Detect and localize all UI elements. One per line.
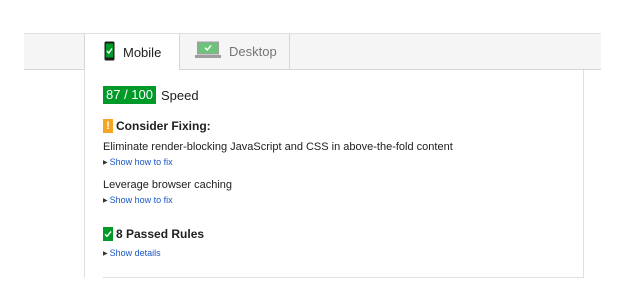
consider-fixing-heading: ! Consider Fixing: xyxy=(103,119,211,133)
consider-fixing-label: Consider Fixing: xyxy=(116,119,211,133)
passed-rules-label: 8 Passed Rules xyxy=(116,227,205,241)
caret-right-icon: ▶ xyxy=(103,159,108,166)
check-icon xyxy=(103,227,113,241)
passed-rules-heading: 8 Passed Rules xyxy=(103,227,204,241)
show-how-to-fix-label: Show how to fix xyxy=(109,157,173,167)
speed-score: 87 / 100 Speed xyxy=(103,86,199,104)
show-details-link[interactable]: ▶ Show details xyxy=(103,248,161,258)
score-badge: 87 / 100 xyxy=(103,86,156,104)
show-details-label: Show details xyxy=(109,248,161,258)
panel-divider xyxy=(103,277,584,278)
pagespeed-report: Mobile Desktop 87 / 100 Speed ! Consider… xyxy=(0,0,643,296)
caret-right-icon: ▶ xyxy=(103,250,108,257)
show-how-to-fix-link[interactable]: ▶ Show how to fix xyxy=(103,157,173,167)
rule-browser-caching: Leverage browser caching xyxy=(103,179,233,191)
caret-right-icon: ▶ xyxy=(103,197,108,204)
monitor-icon xyxy=(195,41,221,62)
score-label: Speed xyxy=(161,87,199,103)
tab-mobile[interactable]: Mobile xyxy=(84,34,180,70)
warning-icon: ! xyxy=(103,119,113,133)
tab-desktop-label: Desktop xyxy=(229,44,277,59)
rule-render-blocking: Eliminate render-blocking JavaScript and… xyxy=(103,141,453,153)
show-how-to-fix-link[interactable]: ▶ Show how to fix xyxy=(103,195,173,205)
device-tab-bar: Mobile Desktop xyxy=(24,33,601,70)
show-how-to-fix-label: Show how to fix xyxy=(109,195,173,205)
tab-desktop[interactable]: Desktop xyxy=(180,34,290,69)
tab-mobile-label: Mobile xyxy=(123,44,162,60)
phone-icon xyxy=(104,41,115,64)
